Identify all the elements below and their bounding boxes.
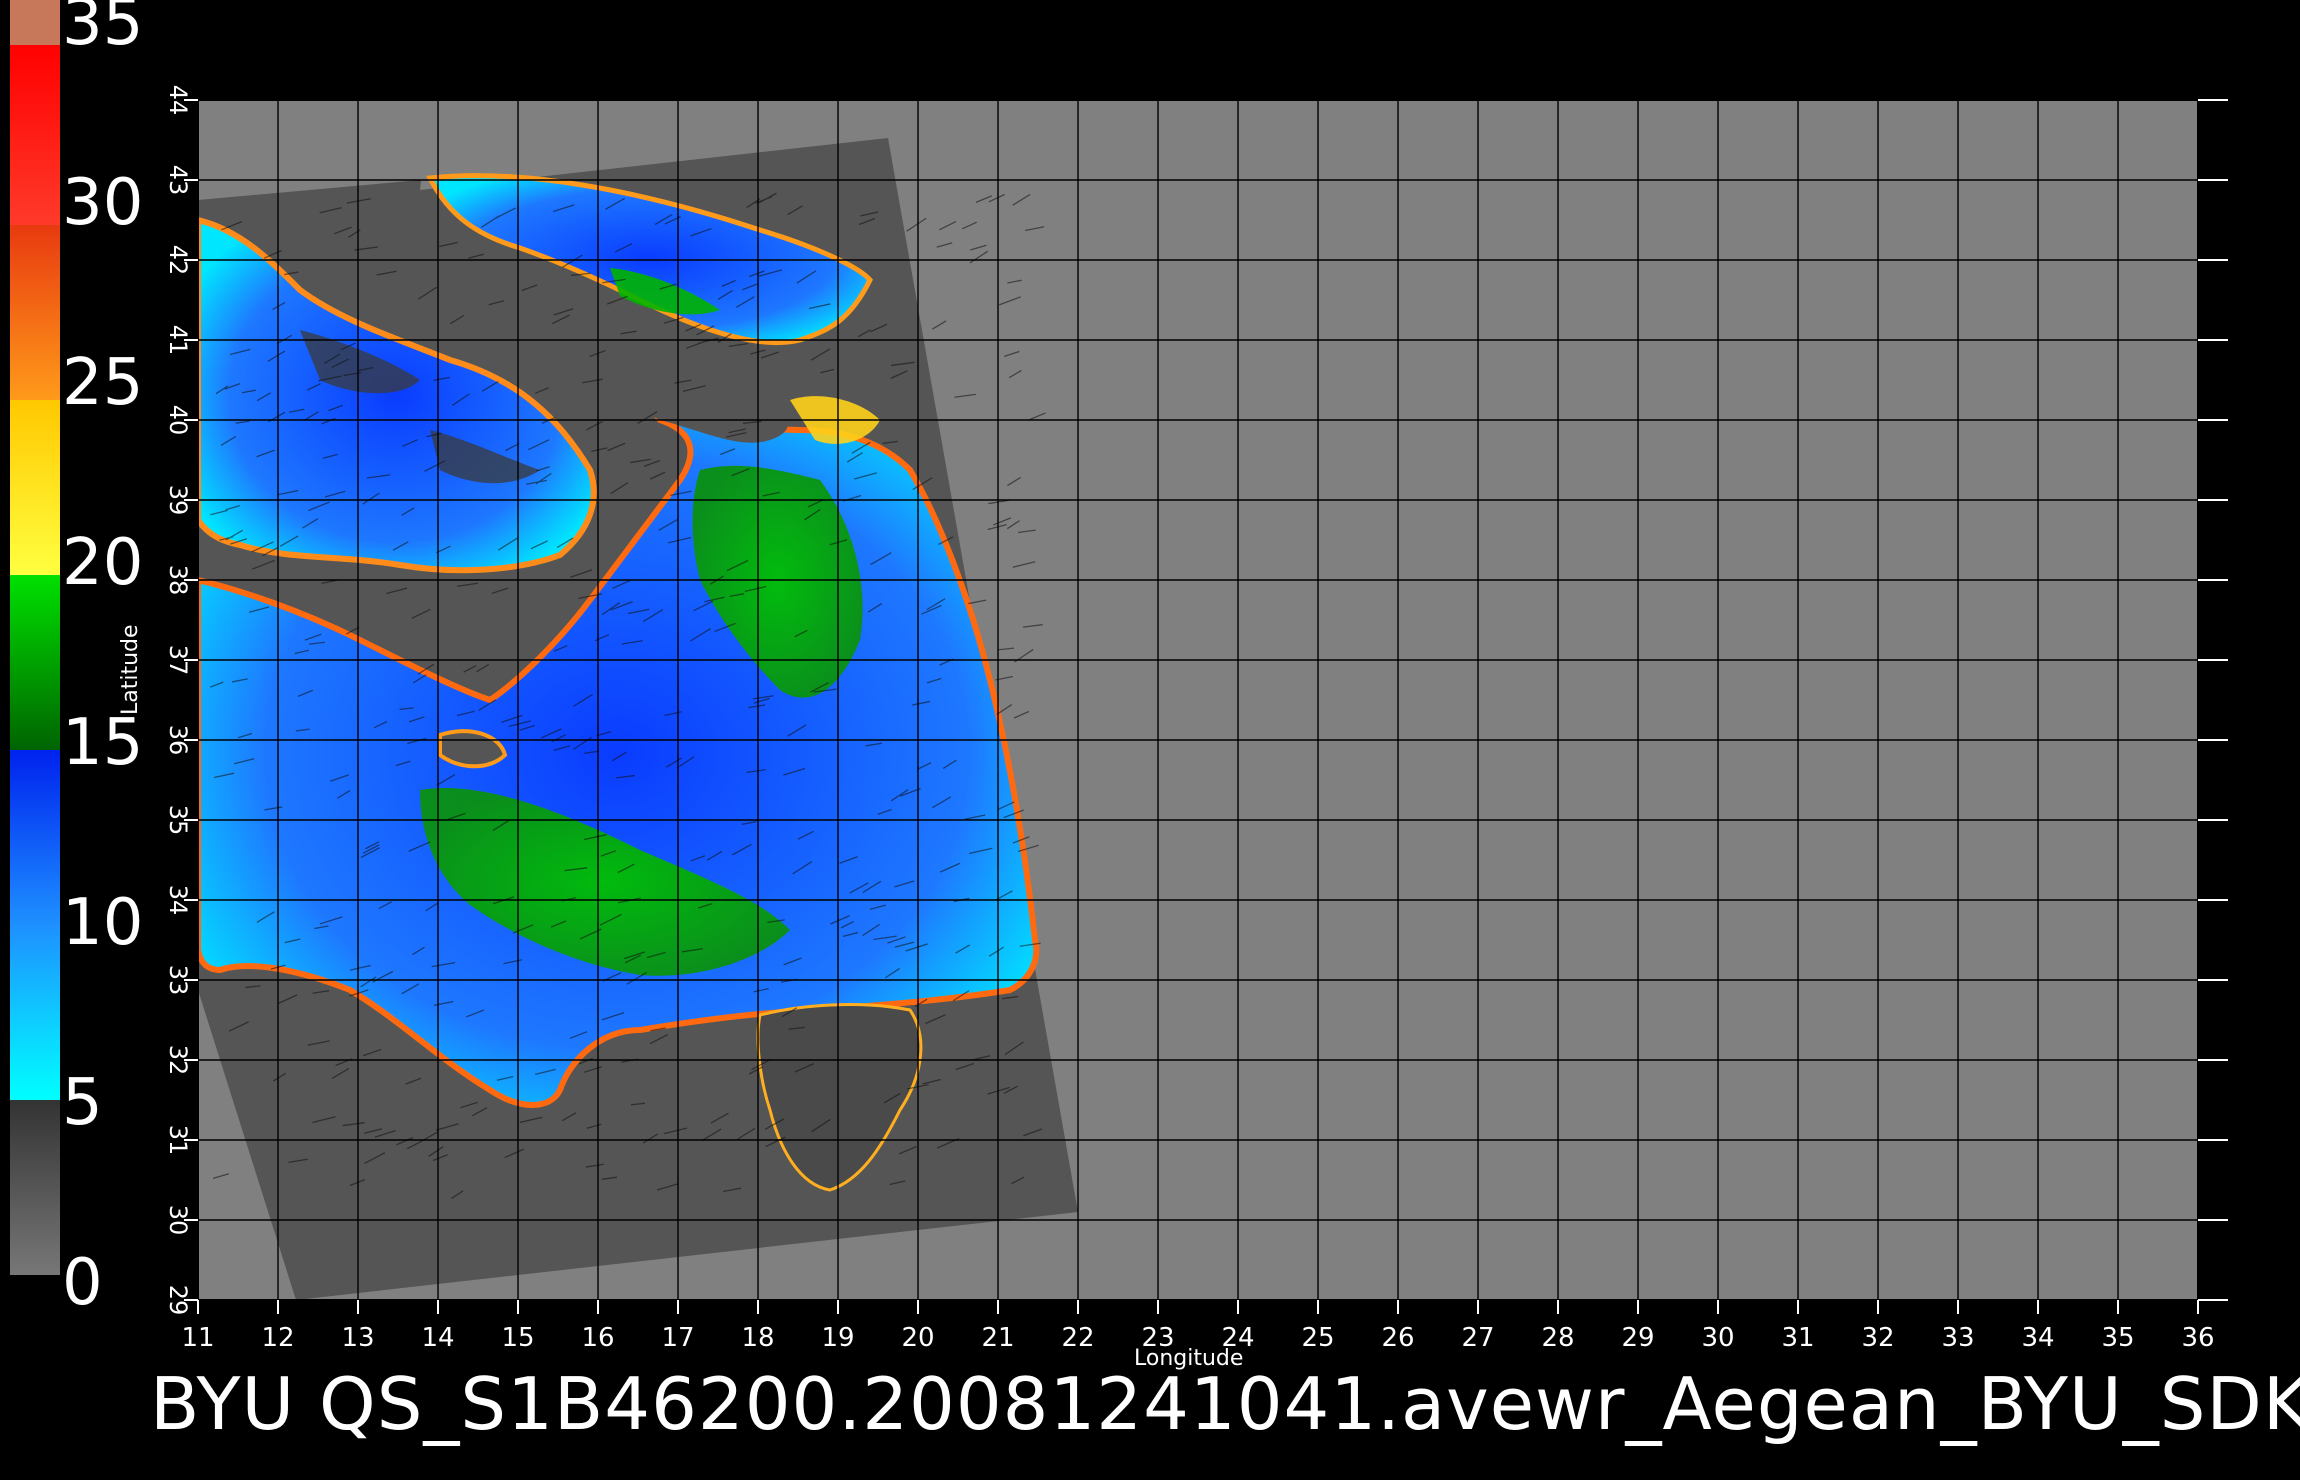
x-tick-label: 25 [1301,1323,1334,1353]
colorbar-band-30-35 [10,45,60,225]
y-tick-label: 33 [164,965,192,996]
x-tick-label: 11 [181,1323,214,1353]
y-tick-label: 34 [164,885,192,916]
colorbar-band-15-20 [10,575,60,750]
y-tick-label: 44 [164,85,192,116]
x-tick-label: 14 [421,1323,454,1353]
wind-map-figure: 0 5 10 15 20 25 30 35 11 12 13 14 15 16 17 18 1… [10,0,2228,1353]
colorbar-band-25-30 [10,225,60,400]
plot-area: 11 12 13 14 15 16 17 18 19 20 21 22 23 24 25 26 27 28 29 30… [164,85,2228,1353]
colorbar-label: 20 [62,526,143,600]
y-tick-label: 38 [164,565,192,596]
y-tick-label: 43 [164,165,192,196]
x-tick-label: 30 [1701,1323,1734,1353]
y-tick-label: 32 [164,1045,192,1076]
x-tick-label: 19 [821,1323,854,1353]
x-tick-label: 20 [901,1323,934,1353]
x-tick-label: 16 [581,1323,614,1353]
colorbar-label: 30 [62,166,143,240]
x-tick-label: 15 [501,1323,534,1353]
y-tick-label: 40 [164,405,192,436]
x-tick-label: 21 [981,1323,1014,1353]
colorbar-band-0-5 [10,1100,60,1275]
x-tick-label: 35 [2101,1323,2134,1353]
x-tick-label: 18 [741,1323,774,1353]
x-tick-label: 34 [2021,1323,2054,1353]
y-tick-label: 29 [164,1285,192,1316]
y-tick-label: 37 [164,645,192,676]
colorbar-band-20-25 [10,400,60,575]
colorbar-label: 15 [62,706,143,780]
y-tick-label: 31 [164,1125,192,1156]
colorbar-label: 5 [62,1066,103,1140]
x-tick-label: 29 [1621,1323,1654,1353]
colorbar-label: 0 [62,1246,103,1320]
y-tick-label: 42 [164,245,192,276]
x-tick-label: 32 [1861,1323,1894,1353]
y-tick-label: 39 [164,485,192,516]
colorbar-band-35-top [10,0,60,45]
y-axis-title: Latitude [118,624,143,715]
x-tick-label: 17 [661,1323,694,1353]
x-tick-label: 36 [2181,1323,2214,1353]
y-tick-label: 30 [164,1205,192,1236]
colorbar-label: 35 [62,0,143,60]
y-tick-label: 41 [164,325,192,356]
y-tick-label: 36 [164,725,192,756]
x-tick-label: 33 [1941,1323,1974,1353]
y-tick-label: 35 [164,805,192,836]
x-tick-label: 27 [1461,1323,1494,1353]
x-tick-label: 22 [1061,1323,1094,1353]
x-tick-label: 26 [1381,1323,1414,1353]
x-tick-label: 12 [261,1323,294,1353]
colorbar-label: 10 [62,886,143,960]
image-title: BYU QS_S1B46200.20081241041.avewr_Aegean… [150,1362,2300,1446]
x-tick-label: 13 [341,1323,374,1353]
x-tick-label: 28 [1541,1323,1574,1353]
colorbar-band-10-15 [10,750,60,925]
colorbar-band-5-10 [10,925,60,1100]
x-tick-label: 31 [1781,1323,1814,1353]
colorbar-label: 25 [62,346,143,420]
